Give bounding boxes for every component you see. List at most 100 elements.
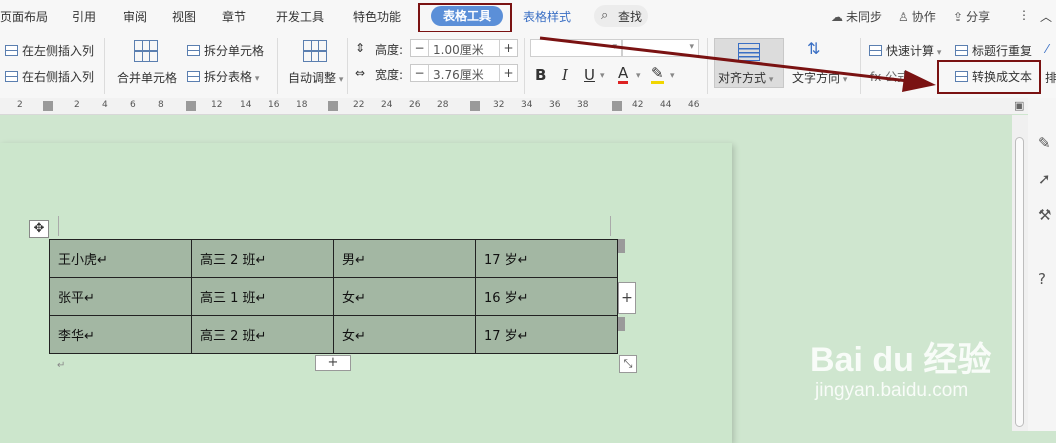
help-icon[interactable]: ? [1038, 270, 1046, 288]
share-button[interactable]: ⇪ 分享 [953, 8, 990, 25]
tab-page-layout[interactable]: 页面布局 [0, 8, 48, 25]
ruler-column-marker[interactable] [470, 101, 480, 111]
chevron-down-icon: ▾ [689, 42, 694, 52]
add-row-button[interactable]: + [315, 355, 351, 371]
header-repeat-button[interactable]: 标题行重复 [955, 42, 1032, 59]
align-button[interactable]: 对齐方式 ▾ [714, 38, 784, 88]
text-direction-icon: ⇅ [807, 39, 821, 58]
insert-right-col-button[interactable]: 在右侧插入列 [5, 68, 94, 85]
ribbon-divider [860, 38, 861, 94]
table-cell[interactable]: 李华↵ [49, 315, 192, 354]
width-decrease-button[interactable]: − [411, 65, 429, 81]
insert-col-right-icon [5, 71, 18, 82]
chevron-down-icon[interactable]: ▾ [636, 71, 641, 81]
data-table: 王小虎↵ 高三 2 班↵ 男↵ 17 岁↵ 张平↵ 高三 1 班↵ 女↵ 16 … [49, 239, 618, 354]
merge-cells-button[interactable]: 合并单元格 [117, 69, 177, 86]
align-label: 对齐方式 ▾ [718, 71, 774, 85]
collapse-ribbon-icon[interactable]: ︿ [1040, 8, 1052, 25]
height-stepper[interactable]: − 1.00厘米 + [410, 39, 518, 57]
quick-calc-button[interactable]: 快速计算 ▾ [869, 42, 941, 59]
row-end-marker [618, 317, 625, 331]
sync-button[interactable]: ☁ 未同步 [831, 8, 882, 25]
font-size-select[interactable]: ▾ [622, 39, 699, 57]
search-icon: ⌕ [601, 8, 609, 23]
ruler-column-marker[interactable] [612, 101, 622, 111]
tab-special[interactable]: 特色功能 [353, 8, 401, 25]
insert-left-col-button[interactable]: 在左侧插入列 [5, 42, 94, 59]
table-cell[interactable]: 高三 2 班↵ [191, 239, 334, 278]
chevron-down-icon[interactable]: ▾ [600, 71, 605, 81]
tab-view[interactable]: 视图 [172, 8, 196, 25]
collab-button[interactable]: ♙ 协作 [898, 8, 936, 25]
underline-button[interactable]: U [584, 66, 595, 84]
chevron-down-icon: ▾ [252, 74, 260, 84]
tab-table-style[interactable]: 表格样式 [523, 8, 571, 25]
ruler-column-marker[interactable] [328, 101, 338, 111]
ruler-tick: 32 [493, 100, 505, 110]
menu-bar: 页面布局 引用 审阅 视图 章节 开发工具 特色功能 表格工具 表格样式 ⌕ 查… [0, 0, 1056, 32]
tab-developer[interactable]: 开发工具 [276, 8, 324, 25]
share-icon: ⇪ [953, 10, 964, 24]
chevron-down-icon: ▾ [336, 75, 344, 85]
italic-button[interactable]: I [562, 66, 568, 84]
ruler-tick: 46 [688, 100, 700, 110]
font-color-button[interactable]: A [618, 66, 629, 84]
chevron-down-icon[interactable]: ▾ [670, 71, 675, 81]
text-direction-button[interactable]: 文字方向 ▾ [792, 69, 847, 86]
ruler-column-marker[interactable] [186, 101, 196, 111]
split-table-button[interactable]: 拆分表格 ▾ [187, 68, 259, 85]
table-cell[interactable]: 女↵ [333, 277, 476, 316]
paragraph-mark: ↵ [57, 360, 66, 371]
ruler-tick: 22 [353, 100, 365, 110]
ruler-toggle-icon[interactable]: ▣ [1014, 99, 1024, 112]
cursor-icon[interactable]: ➚ [1038, 170, 1051, 188]
more-icon[interactable]: ⋮ [1018, 8, 1030, 22]
table-move-handle[interactable]: ✥ [29, 220, 49, 238]
ribbon-divider [524, 38, 525, 94]
bold-button[interactable]: B [535, 66, 546, 84]
table-cell[interactable]: 16 岁↵ [475, 277, 618, 316]
highlight-button[interactable]: ✎ [651, 66, 664, 84]
table-cell[interactable]: 张平↵ [49, 277, 192, 316]
height-decrease-button[interactable]: − [411, 40, 429, 56]
auto-fit-button[interactable]: 自动调整 ▾ [288, 69, 343, 86]
ruler-tick: 28 [437, 100, 449, 110]
find-button[interactable]: ⌕ 查找 [594, 5, 648, 27]
ruler-tick: 24 [381, 100, 393, 110]
split-table-label: 拆分表格 [204, 70, 253, 84]
pen-icon[interactable]: ✎ [1038, 134, 1051, 152]
table-cell[interactable]: 高三 2 班↵ [191, 315, 334, 354]
horizontal-ruler[interactable]: 2 2 4 6 8 12 14 16 18 22 24 26 28 32 34 … [0, 98, 1012, 115]
tab-section[interactable]: 章节 [222, 8, 246, 25]
add-column-button[interactable]: + [618, 282, 636, 314]
split-cells-icon [187, 45, 200, 56]
tab-references[interactable]: 引用 [72, 8, 96, 25]
split-cells-button[interactable]: 拆分单元格 [187, 42, 264, 59]
split-cells-label: 拆分单元格 [204, 44, 265, 58]
table-cell[interactable]: 王小虎↵ [49, 239, 192, 278]
table-cell[interactable]: 高三 1 班↵ [191, 277, 334, 316]
table-resize-handle[interactable]: ⤡ [619, 355, 637, 373]
width-increase-button[interactable]: + [499, 65, 517, 81]
tab-review[interactable]: 审阅 [123, 8, 147, 25]
table-cell[interactable]: 17 岁↵ [475, 315, 618, 354]
sort-icon: ⁄ [1046, 42, 1049, 56]
width-value[interactable]: 3.76厘米 [433, 66, 484, 83]
width-stepper[interactable]: − 3.76厘米 + [410, 64, 518, 82]
font-name-select[interactable]: ▾ [530, 39, 622, 57]
margin-marker [610, 216, 611, 236]
table-cell[interactable]: 女↵ [333, 315, 476, 354]
table-cell[interactable]: 男↵ [333, 239, 476, 278]
sort-button[interactable]: 排 [1045, 69, 1056, 86]
height-increase-button[interactable]: + [499, 40, 517, 56]
table-cell[interactable]: 17 岁↵ [475, 239, 618, 278]
height-value[interactable]: 1.00厘米 [433, 41, 484, 58]
scrollbar-thumb[interactable] [1015, 137, 1024, 427]
chevron-down-icon: ▾ [612, 42, 617, 52]
formula-button[interactable]: fx 公式 [870, 68, 909, 85]
vertical-scrollbar[interactable] [1012, 115, 1028, 431]
ruler-column-marker[interactable] [43, 101, 53, 111]
auto-fit-icon[interactable] [303, 40, 327, 62]
merge-cells-icon[interactable] [134, 40, 158, 62]
tools-icon[interactable]: ⚒ [1038, 206, 1051, 224]
